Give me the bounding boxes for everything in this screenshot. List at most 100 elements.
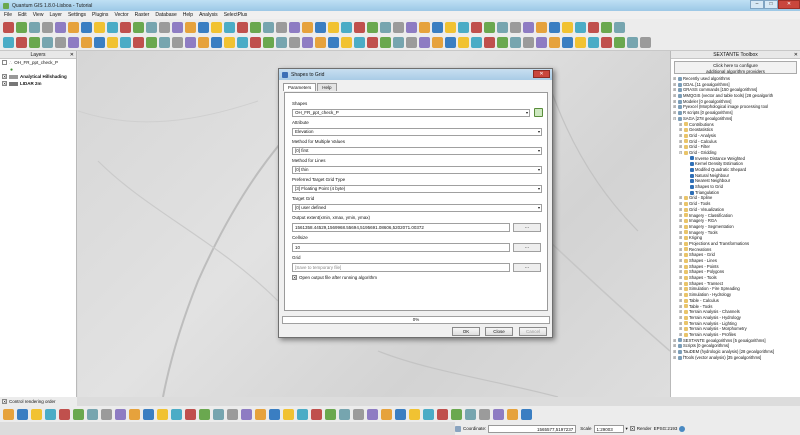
scale-dropdown-icon[interactable]: ▾ xyxy=(626,426,628,432)
plugin-tool-icon[interactable] xyxy=(465,408,476,420)
control-order-checkbox[interactable]: ✕ xyxy=(2,399,7,404)
toolbar-tool-icon[interactable] xyxy=(237,21,248,33)
toolbar-tool-icon[interactable] xyxy=(276,37,287,48)
toolbar-tool-icon[interactable] xyxy=(445,21,456,33)
plugin-tool-icon[interactable] xyxy=(283,408,294,420)
ok-button[interactable]: OK xyxy=(452,327,480,336)
shapes-select[interactable]: OH_FR_ppt_check_P ▾ xyxy=(292,109,530,117)
menu-selectplus[interactable]: SelectPlus xyxy=(224,12,248,18)
menu-raster[interactable]: Raster xyxy=(135,12,150,18)
scale-field[interactable]: 1:29003 xyxy=(593,424,624,433)
toolbar-tool-icon[interactable] xyxy=(536,37,547,48)
toolbar-tool-icon[interactable] xyxy=(562,37,573,48)
toolbar-tool-icon[interactable] xyxy=(133,21,144,33)
toolbar-tool-icon[interactable] xyxy=(601,37,612,48)
toolbar-tool-icon[interactable] xyxy=(172,21,183,33)
toolbar-tool-icon[interactable] xyxy=(354,37,365,48)
target-grid-select[interactable]: [0] user defined ▾ xyxy=(292,204,542,212)
toolbar-tool-icon[interactable] xyxy=(302,21,313,33)
toolbar-tool-icon[interactable] xyxy=(484,21,495,33)
plugin-tool-icon[interactable] xyxy=(199,408,210,420)
toolbar-tool-icon[interactable] xyxy=(198,37,209,48)
menu-database[interactable]: Database xyxy=(155,12,176,18)
control-rendering-order[interactable]: ✕ Control rendering order xyxy=(0,397,77,406)
minimize-button[interactable]: – xyxy=(750,0,764,9)
toolbar-tool-icon[interactable] xyxy=(55,21,66,33)
menu-help[interactable]: Help xyxy=(183,12,193,18)
crs-globe-icon[interactable] xyxy=(679,425,686,432)
toolbar-tool-icon[interactable] xyxy=(627,37,638,48)
open-output-checkbox[interactable]: ✕ xyxy=(292,275,297,280)
toolbar-tool-icon[interactable] xyxy=(224,37,235,48)
layer-item[interactable]: ✕ LIDAR 2m xyxy=(0,80,76,87)
toolbar-tool-icon[interactable] xyxy=(471,37,482,48)
plugin-tool-icon[interactable] xyxy=(31,408,42,420)
menu-view[interactable]: View xyxy=(33,12,44,18)
plugin-tool-icon[interactable] xyxy=(3,408,14,420)
toolbar-tool-icon[interactable] xyxy=(549,37,560,48)
toolbar-tool-icon[interactable] xyxy=(315,21,326,33)
layer-visibility-checkbox[interactable]: ✕ xyxy=(2,81,7,86)
plugin-tool-icon[interactable] xyxy=(45,408,56,420)
output-extent-input[interactable]: 1561358.44529,1569968.55694,5195691.0860… xyxy=(292,223,510,232)
method-lines-select[interactable]: [0] thin ▾ xyxy=(292,166,542,174)
toolbar-tool-icon[interactable] xyxy=(601,21,612,33)
layer-visibility-checkbox[interactable] xyxy=(2,60,7,65)
plugin-tool-icon[interactable] xyxy=(367,408,378,420)
cellsize-browse-button[interactable]: ... xyxy=(513,243,541,252)
configure-providers-button[interactable]: Click here to configure additional algori… xyxy=(674,61,797,74)
grid-output-browse-button[interactable]: ... xyxy=(513,263,541,272)
toolbar-tool-icon[interactable] xyxy=(458,21,469,33)
toolbar-tool-icon[interactable] xyxy=(3,21,14,33)
toolbar-tool-icon[interactable] xyxy=(289,21,300,33)
cellsize-input[interactable]: 10 xyxy=(292,243,510,252)
menu-layer[interactable]: Layer xyxy=(49,12,62,18)
toolbar-tool-icon[interactable] xyxy=(328,37,339,48)
toolbar-tool-icon[interactable] xyxy=(159,37,170,48)
toolbar-tool-icon[interactable] xyxy=(94,37,105,48)
multiple-values-select[interactable]: [0] first ▾ xyxy=(292,147,542,155)
toolbar-tool-icon[interactable] xyxy=(29,21,40,33)
toolbar-tool-icon[interactable] xyxy=(185,37,196,48)
crs-status-label[interactable]: EPSG:2193 xyxy=(654,426,678,431)
tree-item[interactable]: ⊞ fTools (vector analysis) [35 geoalgorit… xyxy=(673,355,800,361)
toolbar-tool-icon[interactable] xyxy=(497,37,508,48)
toolbar-tool-icon[interactable] xyxy=(146,37,157,48)
toolbar-tool-icon[interactable] xyxy=(250,37,261,48)
toolbar-tool-icon[interactable] xyxy=(16,21,27,33)
toolbar-tool-icon[interactable] xyxy=(107,21,118,33)
expand-icon[interactable]: ⊞ xyxy=(673,355,677,361)
toolbar-tool-icon[interactable] xyxy=(575,37,586,48)
plugin-tool-icon[interactable] xyxy=(171,408,182,420)
toolbar-tool-icon[interactable] xyxy=(510,37,521,48)
toolbar-tool-icon[interactable] xyxy=(302,37,313,48)
plugin-tool-icon[interactable] xyxy=(423,408,434,420)
toolbar-tool-icon[interactable] xyxy=(549,21,560,33)
menu-settings[interactable]: Settings xyxy=(68,12,86,18)
layer-item[interactable]: ∴ OH_FR_ppt_check_P xyxy=(0,59,76,66)
toolbar-tool-icon[interactable] xyxy=(406,37,417,48)
toolbar-tool-icon[interactable] xyxy=(640,37,651,48)
toolbar-tool-icon[interactable] xyxy=(55,37,66,48)
toolbar-tool-icon[interactable] xyxy=(107,37,118,48)
toolbar-tool-icon[interactable] xyxy=(367,21,378,33)
toolbar-tool-icon[interactable] xyxy=(263,37,274,48)
toolbar-tool-icon[interactable] xyxy=(432,37,443,48)
toolbar-tool-icon[interactable] xyxy=(614,21,625,33)
maximize-button[interactable]: □ xyxy=(764,0,778,9)
toolbar-tool-icon[interactable] xyxy=(250,21,261,33)
plugin-tool-icon[interactable] xyxy=(129,408,140,420)
plugin-tool-icon[interactable] xyxy=(115,408,126,420)
plugin-tool-icon[interactable] xyxy=(521,408,532,420)
menu-file[interactable]: File xyxy=(4,12,12,18)
toolbar-tool-icon[interactable] xyxy=(120,37,131,48)
toolbar-tool-icon[interactable] xyxy=(81,21,92,33)
toolbar-tool-icon[interactable] xyxy=(614,37,625,48)
tab-parameters[interactable]: Parameters xyxy=(283,83,317,91)
plugin-tool-icon[interactable] xyxy=(409,408,420,420)
toolbar-tool-icon[interactable] xyxy=(185,21,196,33)
toolbar-tool-icon[interactable] xyxy=(29,37,40,48)
close-window-button[interactable]: ✕ xyxy=(778,0,800,9)
plugin-tool-icon[interactable] xyxy=(493,408,504,420)
toolbar-tool-icon[interactable] xyxy=(393,37,404,48)
